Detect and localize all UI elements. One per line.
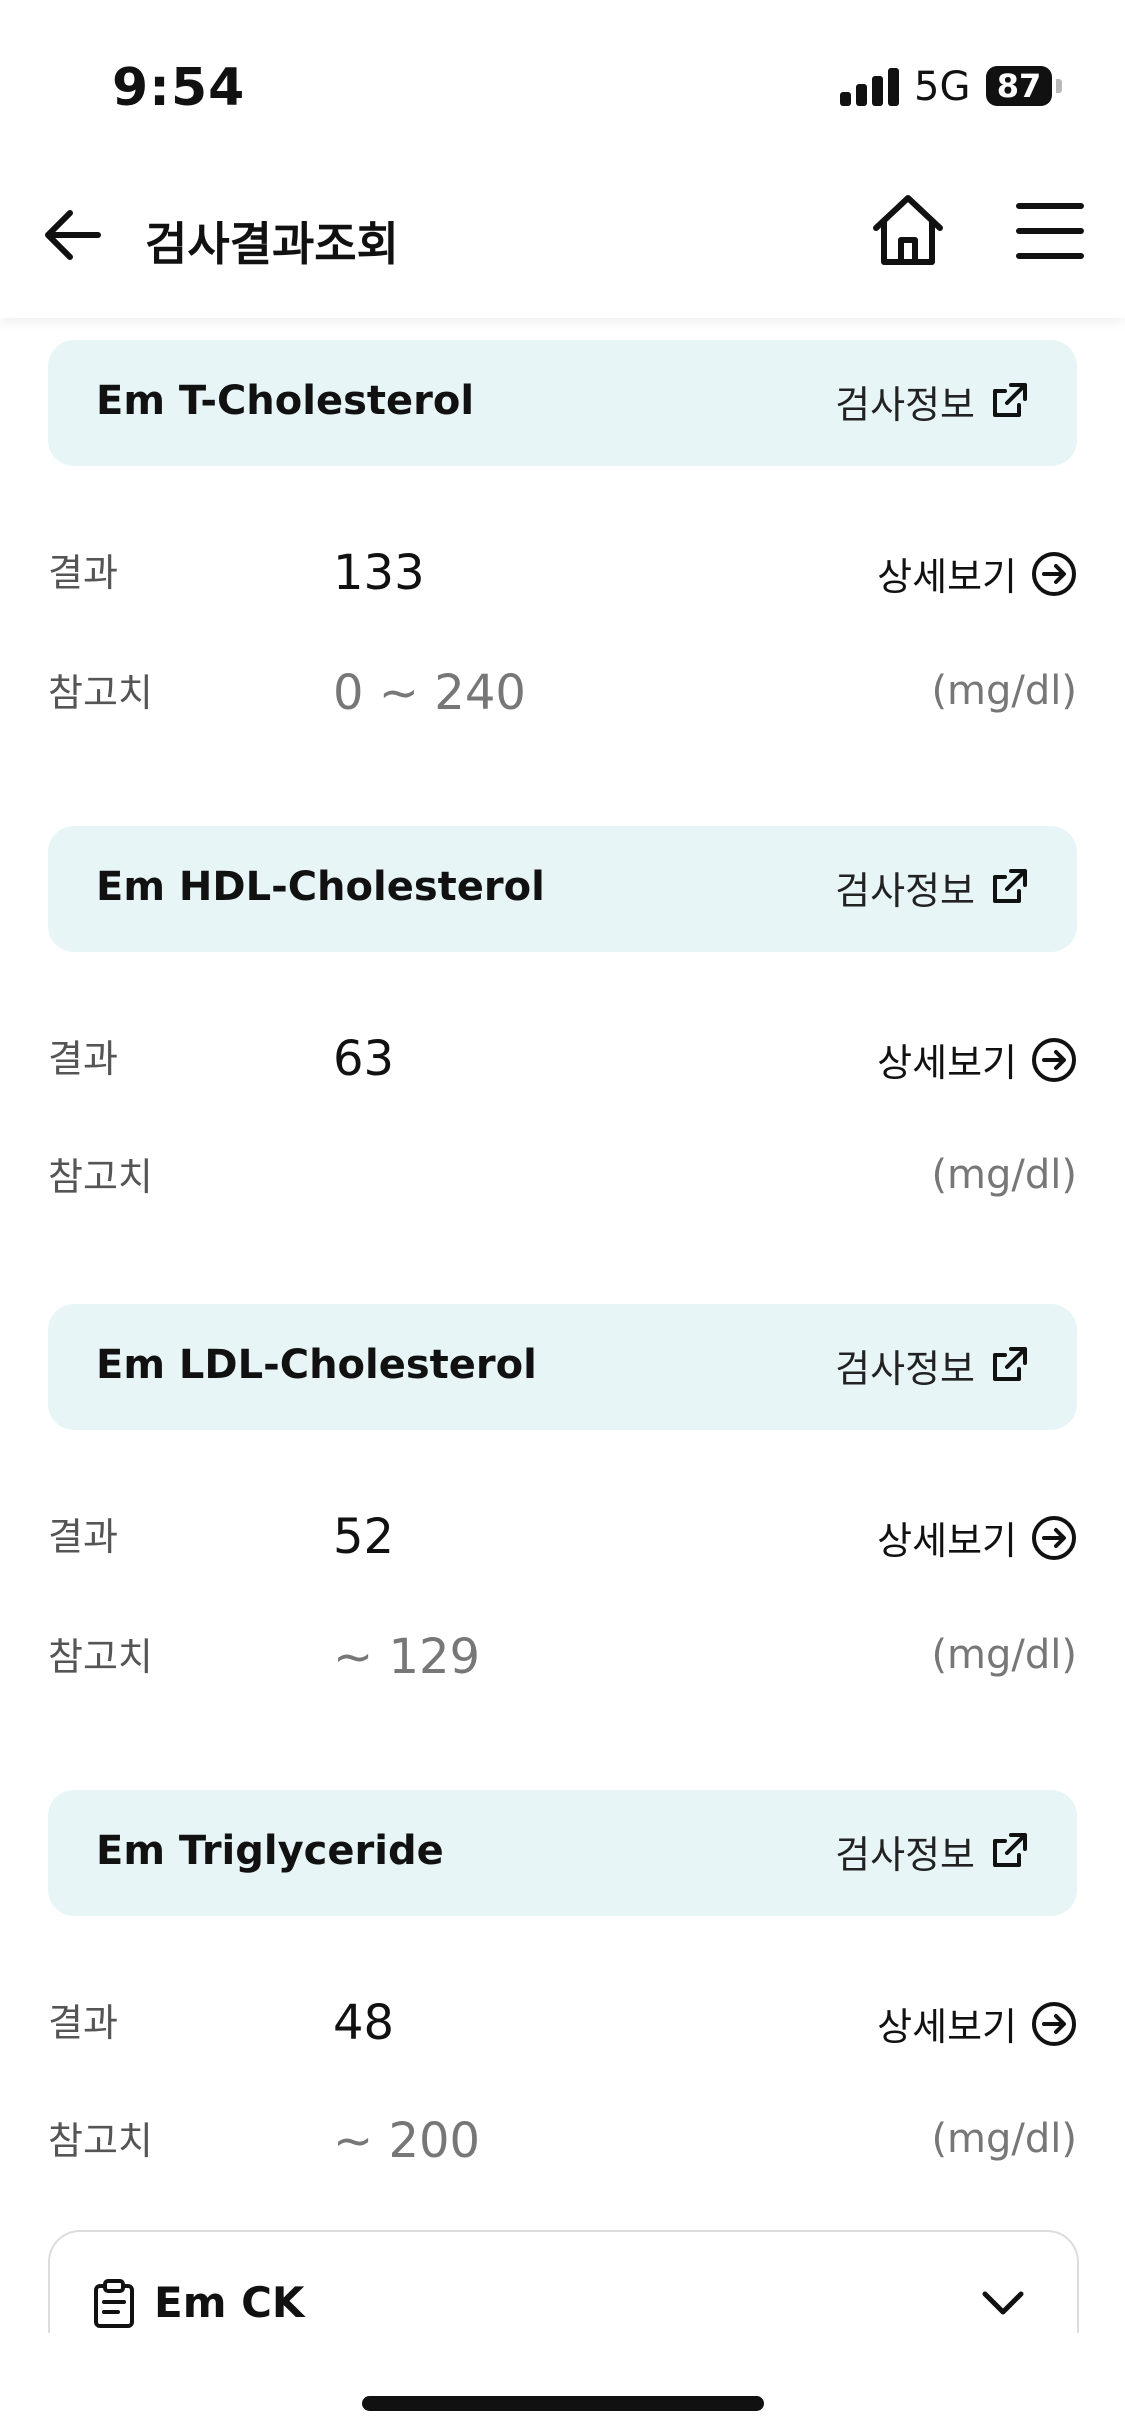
back-button[interactable] [38,200,108,270]
unit-label: (mg/dl) [931,668,1077,714]
test-header: Em Triglyceride 검사정보 [48,1790,1077,1916]
detail-label: 상세보기 [877,555,1017,599]
circle-arrow-right-icon [1032,551,1076,596]
result-label: 결과 [48,1037,118,1081]
home-indicator[interactable] [362,2396,764,2411]
app-header: 검사결과조회 [0,150,1125,318]
status-time: 9:54 [112,58,246,118]
detail-link[interactable]: 상세보기 [877,1032,1077,1087]
battery-icon: 87 [986,66,1062,106]
reference-label: 참고치 [48,2119,153,2163]
detail-label: 상세보기 [877,1041,1017,1085]
test-info-link[interactable]: 검사정보 [835,1340,1029,1391]
circle-arrow-right-icon [1032,1515,1076,1560]
result-value: 63 [333,1031,395,1087]
result-value: 52 [333,1509,395,1565]
home-button[interactable] [868,190,948,270]
status-bar: 9:54 5G 87 [0,0,1125,150]
menu-button[interactable] [1015,196,1085,266]
test-name: Em HDL-Cholesterol [96,864,545,910]
reference-value: ~ 129 [333,1629,481,1685]
result-label: 결과 [48,551,118,595]
clipboard-icon [94,2279,134,2328]
test-info-label: 검사정보 [835,1832,975,1877]
detail-label: 상세보기 [877,1519,1017,1563]
home-icon [873,195,943,265]
reference-value: ~ 200 [333,2113,481,2169]
circle-arrow-right-icon [1032,2001,1076,2046]
circle-arrow-right-icon [1032,1037,1076,1082]
detail-link[interactable]: 상세보기 [877,546,1077,601]
test-info-link[interactable]: 검사정보 [835,376,1029,427]
chevron-down-icon[interactable] [981,2288,1025,2318]
detail-link[interactable]: 상세보기 [877,1996,1077,2051]
test-info-link[interactable]: 검사정보 [835,1826,1029,1877]
hamburger-menu-icon [1016,203,1084,259]
test-name: Em LDL-Cholesterol [96,1342,537,1388]
external-link-icon [993,1347,1027,1381]
test-info-label: 검사정보 [835,1346,975,1391]
result-value: 133 [333,545,425,601]
page-title: 검사결과조회 [145,217,399,271]
test-name: Em T-Cholesterol [96,378,475,424]
unit-label: (mg/dl) [931,1632,1077,1678]
reference-value: 0 ~ 240 [333,665,526,721]
battery-level: 87 [986,66,1052,106]
external-link-icon [993,869,1027,903]
result-label: 결과 [48,2001,118,2045]
reference-label: 참고치 [48,1635,153,1679]
external-link-icon [993,383,1027,417]
unit-label: (mg/dl) [931,1152,1077,1198]
test-info-label: 검사정보 [835,868,975,913]
test-header: Em T-Cholesterol 검사정보 [48,340,1077,466]
test-name: Em Triglyceride [96,1828,444,1874]
arrow-left-icon [45,210,101,260]
detail-label: 상세보기 [877,2005,1017,2049]
test-header: Em HDL-Cholesterol 검사정보 [48,826,1077,952]
result-value: 48 [333,1995,395,2051]
reference-label: 참고치 [48,671,153,715]
result-label: 결과 [48,1515,118,1559]
test-info-link[interactable]: 검사정보 [835,862,1029,913]
network-type: 5G [914,64,971,110]
bottom-safe-area [0,2333,1125,2436]
unit-label: (mg/dl) [931,2116,1077,2162]
test-header: Em LDL-Cholesterol 검사정보 [48,1304,1077,1430]
detail-link[interactable]: 상세보기 [877,1510,1077,1565]
test-info-label: 검사정보 [835,382,975,427]
signal-icon [840,66,900,106]
external-link-icon [993,1833,1027,1867]
collapsed-card-title: Em CK [154,2278,305,2327]
reference-label: 참고치 [48,1155,153,1199]
